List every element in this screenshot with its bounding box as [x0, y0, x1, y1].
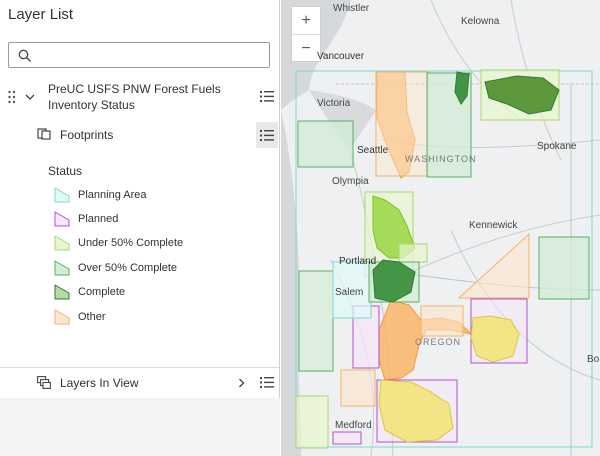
layers-in-view-title[interactable]: Layers In View [60, 375, 139, 391]
legend-item: Over 50% Complete [54, 259, 177, 277]
footprints-options-button[interactable] [256, 122, 278, 148]
legend-item: Complete [54, 283, 125, 301]
polygon-swatch-icon [54, 235, 70, 251]
place-label: OREGON [415, 337, 462, 347]
legend-heading: Status [48, 164, 83, 178]
map-view[interactable]: + − Whistler Kelowna Vancouver Victoria … [281, 0, 600, 456]
polygon-swatch-icon [54, 187, 70, 203]
layers-in-view-icon [37, 376, 51, 389]
footprints-layer-title[interactable]: Footprints [60, 127, 113, 143]
place-label: Kennewick [469, 220, 518, 231]
zoom-in-button[interactable]: + [292, 7, 320, 35]
polygon-swatch-icon [54, 211, 70, 227]
place-label: Victoria [317, 98, 351, 109]
chevron-down-icon[interactable] [25, 93, 35, 101]
legend-item: Under 50% Complete [54, 234, 183, 252]
place-label: Olympia [332, 176, 369, 187]
footprints-layer-icon [37, 128, 51, 140]
layer-list-panel: Layer List PreUC USFS PNW Forest Fuels I… [0, 0, 280, 456]
place-label: Whistler [333, 3, 370, 14]
layer-options-icon[interactable] [260, 90, 274, 103]
legend-item: Planned [54, 210, 118, 228]
layers-in-view-options-icon[interactable] [260, 376, 274, 389]
basemap [281, 0, 600, 456]
polygon-swatch-icon [54, 284, 70, 300]
chevron-right-icon[interactable] [238, 378, 245, 388]
place-label: Medford [335, 420, 372, 431]
panel-empty-area [0, 398, 280, 456]
search-input[interactable] [8, 42, 270, 68]
panel-title: Layer List [8, 6, 74, 23]
place-label: Kelowna [461, 16, 500, 27]
place-label: Salem [335, 287, 364, 298]
place-label: Bo [587, 354, 600, 365]
place-label: Seattle [357, 145, 389, 156]
divider [0, 367, 279, 368]
search-icon [18, 49, 31, 62]
group-layer-title[interactable]: PreUC USFS PNW Forest Fuels Inventory St… [48, 81, 238, 113]
polygon-swatch-icon [54, 309, 70, 325]
place-label: Spokane [537, 141, 577, 152]
zoom-out-button[interactable]: − [292, 35, 320, 62]
place-label: WASHINGTON [405, 154, 477, 164]
place-label: Vancouver [317, 51, 365, 62]
place-label: Portland [339, 256, 377, 267]
list-icon [260, 130, 274, 141]
legend-item: Planning Area [54, 186, 147, 204]
polygon-swatch-icon [54, 260, 70, 276]
drag-handle-icon[interactable] [8, 90, 16, 104]
legend-item: Other [54, 308, 106, 326]
